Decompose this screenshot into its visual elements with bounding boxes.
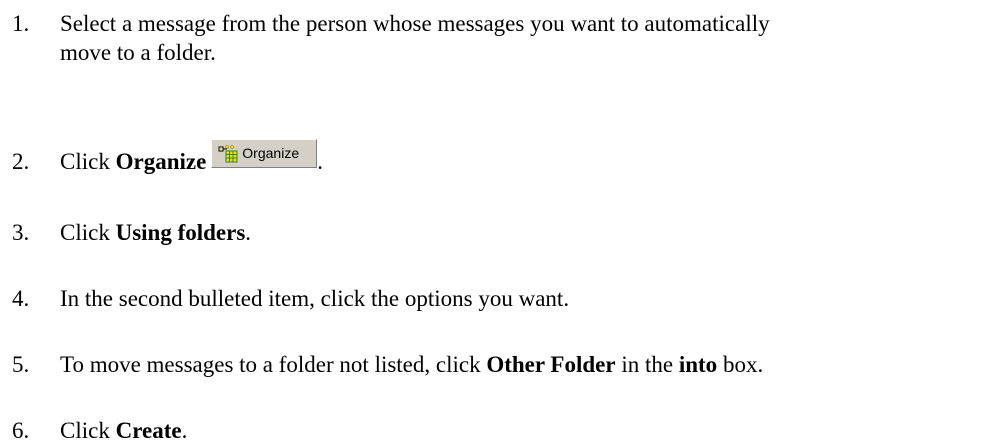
step-prefix: To move messages to a folder not listed,…: [60, 352, 487, 377]
step-suffix: .: [245, 220, 252, 245]
step-number: 6.: [12, 418, 30, 443]
step-text: Click Using folders.: [60, 218, 980, 247]
step-number: 1.: [12, 11, 30, 36]
organize-button[interactable]: Organize: [211, 139, 318, 168]
step-text: In the second bulleted item, click the o…: [60, 284, 980, 313]
step-text-line-2: move to a folder.: [60, 40, 216, 65]
step-prefix: Click: [60, 220, 116, 245]
step-text: Select a message from the person whose m…: [60, 9, 980, 67]
command-name: Other Folder: [486, 352, 616, 377]
step-middle: in the: [615, 352, 679, 377]
organize-icon: [218, 145, 238, 163]
step-number: 5.: [12, 352, 30, 377]
step-prefix: Click: [60, 149, 116, 174]
command-name: Organize: [115, 149, 207, 174]
step-suffix: .: [317, 149, 324, 174]
command-name: Using folders: [115, 220, 246, 245]
step-number: 4.: [12, 286, 30, 311]
step-number: 3.: [12, 220, 30, 245]
step-prefix: Click: [60, 418, 116, 443]
step-text: Click Organize Organize.: [60, 139, 980, 176]
step-number: 2.: [12, 149, 30, 174]
organize-button-label: Organize: [242, 145, 300, 161]
step-text-content: In the second bulleted item, click the o…: [60, 286, 570, 311]
box-name: into: [678, 352, 718, 377]
step-text: To move messages to a folder not listed,…: [60, 350, 980, 379]
step-suffix: .: [181, 418, 188, 443]
step-text-line-1: Select a message from the person whose m…: [60, 11, 770, 36]
step-text: Click Create.: [60, 416, 980, 445]
command-name: Create: [115, 418, 182, 443]
step-suffix: box.: [717, 352, 764, 377]
